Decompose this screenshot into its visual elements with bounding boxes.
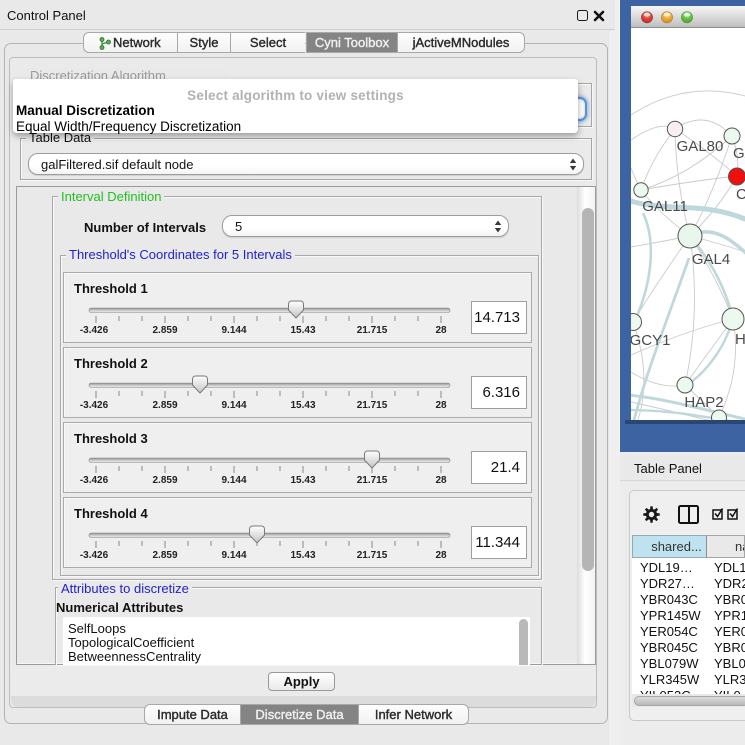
- svg-text:GA: GA: [733, 145, 745, 162]
- svg-text:HI: HI: [735, 331, 745, 348]
- svg-text:GAL4: GAL4: [692, 251, 730, 268]
- svg-text:GAL80: GAL80: [677, 138, 724, 155]
- svg-text:GAL11: GAL11: [642, 198, 688, 215]
- svg-text:HAP2: HAP2: [684, 394, 723, 411]
- svg-text:CY: CY: [736, 186, 745, 203]
- svg-text:GCY1: GCY1: [631, 332, 670, 349]
